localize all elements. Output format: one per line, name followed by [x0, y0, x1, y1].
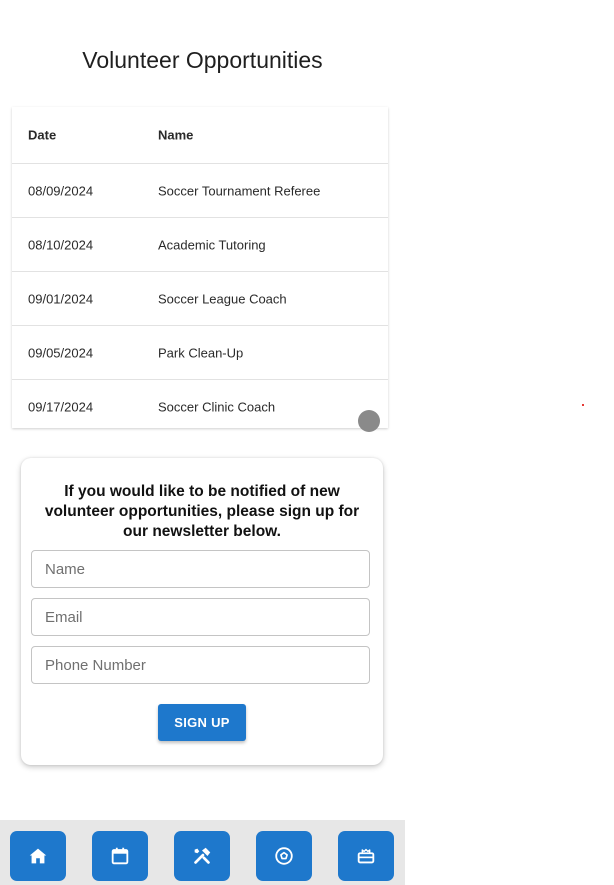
nav-calendar-button[interactable] [92, 831, 148, 881]
row-name: Soccer League Coach [158, 291, 287, 306]
cursor-marker [582, 404, 584, 406]
row-date: 09/05/2024 [28, 345, 94, 360]
bottom-navigation [0, 820, 405, 885]
opportunities-table: Date Name 08/09/2024 Soccer Tournament R… [12, 107, 388, 428]
row-name: Soccer Tournament Referee [158, 183, 321, 198]
table-header-row: Date Name [12, 107, 388, 164]
newsletter-card: If you would like to be notified of new … [21, 458, 383, 765]
row-date: 09/17/2024 [28, 399, 94, 414]
ticket-icon [357, 848, 375, 864]
nav-home-button[interactable] [10, 831, 66, 881]
row-date: 09/01/2024 [28, 291, 94, 306]
email-field-container [31, 598, 370, 636]
page-title: Volunteer Opportunities [82, 47, 323, 73]
home-icon [29, 848, 47, 864]
scroll-indicator[interactable] [358, 410, 380, 432]
row-name: Academic Tutoring [158, 237, 266, 252]
row-date: 08/09/2024 [28, 183, 94, 198]
calendar-icon [111, 847, 129, 865]
nav-sports-button[interactable] [256, 831, 312, 881]
sign-up-button[interactable]: SIGN UP [158, 704, 246, 741]
nav-tools-button[interactable] [174, 831, 230, 881]
email-input[interactable] [32, 599, 369, 635]
phone-field-container [31, 646, 370, 684]
table-row[interactable]: 08/09/2024 Soccer Tournament Referee [12, 164, 388, 218]
phone-input[interactable] [32, 647, 369, 683]
row-date: 08/10/2024 [28, 237, 94, 252]
table-row[interactable]: 09/01/2024 Soccer League Coach [12, 272, 388, 326]
table-row[interactable]: 08/10/2024 Academic Tutoring [12, 218, 388, 272]
column-header-date[interactable]: Date [28, 128, 56, 143]
column-header-name[interactable]: Name [158, 128, 193, 143]
name-input[interactable] [32, 551, 369, 587]
table-row[interactable]: 09/05/2024 Park Clean-Up [12, 326, 388, 380]
name-field-container [31, 550, 370, 588]
tools-icon [194, 847, 211, 864]
nav-tickets-button[interactable] [338, 831, 394, 881]
table-row[interactable]: 09/17/2024 Soccer Clinic Coach [12, 380, 388, 428]
row-name: Park Clean-Up [158, 345, 244, 360]
row-name: Soccer Clinic Coach [158, 399, 276, 414]
soccer-ball-icon [275, 847, 293, 865]
newsletter-message: If you would like to be notified of new … [44, 483, 360, 540]
